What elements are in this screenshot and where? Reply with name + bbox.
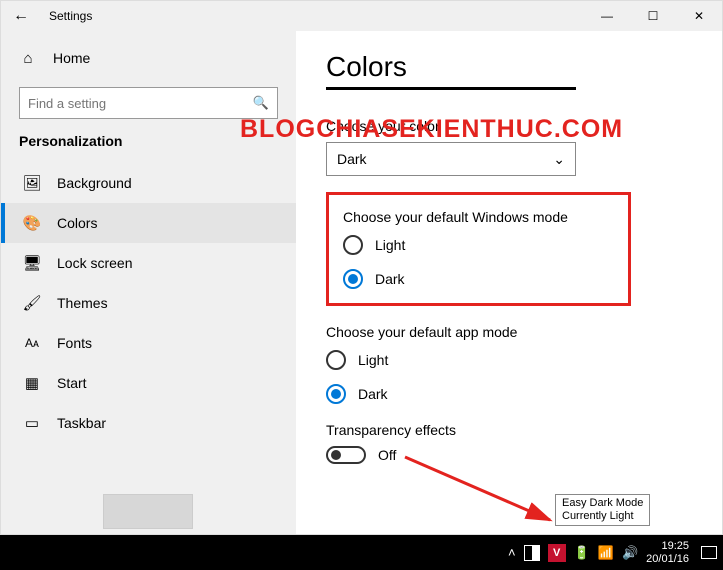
maximize-button[interactable]: ☐ xyxy=(630,1,676,31)
window-shadow xyxy=(103,494,193,529)
fonts-icon: Aᴀ xyxy=(23,336,41,350)
home-label: Home xyxy=(53,50,90,66)
system-tray: ˄ V 🔋 📶 🔊 19:25 20/01/16 xyxy=(508,535,723,570)
clock-date: 20/01/16 xyxy=(646,553,689,565)
start-icon: ▦ xyxy=(23,374,41,392)
vivaldi-tray-icon[interactable]: V xyxy=(548,544,566,562)
minimize-button[interactable]: — xyxy=(584,1,630,31)
color-dropdown[interactable]: Dark ⌄ xyxy=(326,142,576,176)
taskbar-icon: ▭ xyxy=(23,414,41,432)
transparency-value: Off xyxy=(378,447,396,463)
nav-fonts[interactable]: Aᴀ Fonts xyxy=(1,323,296,363)
radio-label: Dark xyxy=(375,271,405,287)
lock-icon: 🖥 xyxy=(23,254,41,272)
tray-expand-icon[interactable]: ˄ xyxy=(508,545,516,560)
chevron-down-icon: ⌄ xyxy=(553,151,565,168)
radio-icon xyxy=(343,269,363,289)
title-underline xyxy=(326,87,576,90)
nav-label: Fonts xyxy=(57,335,92,351)
nav-label: Taskbar xyxy=(57,415,106,431)
home-nav[interactable]: ⌂ Home xyxy=(1,39,296,77)
nav-label: Lock screen xyxy=(57,255,132,271)
themes-icon: 🖌 xyxy=(23,294,41,312)
radio-label: Light xyxy=(358,352,388,368)
windows-mode-highlight: Choose your default Windows mode Light D… xyxy=(326,192,631,306)
radio-icon xyxy=(343,235,363,255)
windows-mode-group: Light Dark xyxy=(343,235,614,289)
app-mode-label: Choose your default app mode xyxy=(326,324,692,340)
settings-window: ← Settings — ☐ ✕ ⌂ Home 🔍 Personalizatio… xyxy=(0,0,723,535)
nav-taskbar[interactable]: ▭ Taskbar xyxy=(1,403,296,443)
app-mode-group: Light Dark xyxy=(326,350,692,404)
search-icon: 🔍 xyxy=(253,95,269,111)
action-center-icon[interactable] xyxy=(701,546,717,559)
transparency-toggle[interactable] xyxy=(326,446,366,464)
search-input[interactable] xyxy=(28,96,253,111)
palette-icon: 🎨 xyxy=(23,214,41,232)
wifi-icon[interactable]: 📶 xyxy=(598,545,614,561)
back-button[interactable]: ← xyxy=(1,7,41,25)
nav-colors[interactable]: 🎨 Colors xyxy=(1,203,296,243)
nav-themes[interactable]: 🖌 Themes xyxy=(1,283,296,323)
radio-label: Dark xyxy=(358,386,388,402)
volume-icon[interactable]: 🔊 xyxy=(622,545,638,561)
window-title: Settings xyxy=(49,9,92,23)
nav-start[interactable]: ▦ Start xyxy=(1,363,296,403)
nav-lockscreen[interactable]: 🖥 Lock screen xyxy=(1,243,296,283)
dropdown-value: Dark xyxy=(337,151,367,167)
radio-label: Light xyxy=(375,237,405,253)
radio-icon xyxy=(326,350,346,370)
watermark-text: BLOGCHIASEKIENTHUC.COM xyxy=(240,115,623,144)
transparency-label: Transparency effects xyxy=(326,422,692,438)
windows-mode-label: Choose your default Windows mode xyxy=(343,209,614,225)
page-title: Colors xyxy=(326,51,692,83)
home-icon: ⌂ xyxy=(19,50,37,67)
tooltip-line2: Currently Light xyxy=(562,510,643,523)
tray-tooltip: Easy Dark Mode Currently Light xyxy=(555,494,650,526)
windows-mode-dark[interactable]: Dark xyxy=(343,269,614,289)
tooltip-line1: Easy Dark Mode xyxy=(562,497,643,510)
nav-label: Colors xyxy=(57,215,97,231)
taskbar: ˄ V 🔋 📶 🔊 19:25 20/01/16 xyxy=(0,535,723,570)
windows-mode-light[interactable]: Light xyxy=(343,235,614,255)
nav-label: Start xyxy=(57,375,87,391)
sidebar: ⌂ Home 🔍 Personalization 🖼 Background 🎨 … xyxy=(1,31,296,534)
image-icon: 🖼 xyxy=(23,174,41,192)
titlebar: ← Settings — ☐ ✕ xyxy=(1,1,722,31)
taskbar-clock[interactable]: 19:25 20/01/16 xyxy=(646,540,689,564)
nav-list: 🖼 Background 🎨 Colors 🖥 Lock screen 🖌 Th… xyxy=(1,163,296,443)
content-pane: Colors Choose your color Dark ⌄ Choose y… xyxy=(296,31,722,534)
easy-dark-mode-tray-icon[interactable] xyxy=(524,545,540,561)
battery-icon[interactable]: 🔋 xyxy=(574,545,590,561)
nav-background[interactable]: 🖼 Background xyxy=(1,163,296,203)
close-button[interactable]: ✕ xyxy=(676,1,722,31)
app-mode-light[interactable]: Light xyxy=(326,350,692,370)
nav-label: Themes xyxy=(57,295,108,311)
app-mode-dark[interactable]: Dark xyxy=(326,384,692,404)
transparency-toggle-row: Off xyxy=(326,446,692,464)
clock-time: 19:25 xyxy=(646,540,689,552)
nav-label: Background xyxy=(57,175,132,191)
radio-icon xyxy=(326,384,346,404)
